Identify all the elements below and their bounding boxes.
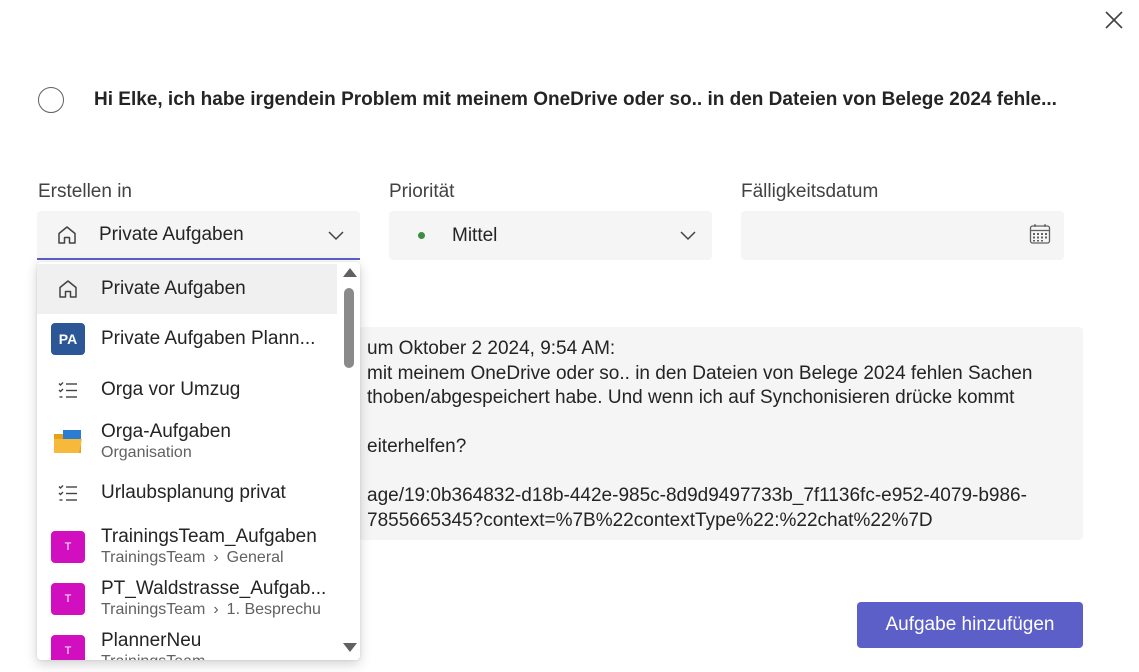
dropdown-item-label: PlannerNeu <box>101 630 202 651</box>
dropdown-item-pt-waldstrasse[interactable]: T PT_Waldstrasse_Aufgab... TrainingsTeam… <box>37 572 337 626</box>
dropdown-item-sublabel: TrainingsTeam › General <box>101 548 333 568</box>
dropdown-item-label: Private Aufgaben <box>101 278 246 299</box>
team-badge: T <box>51 583 85 615</box>
team-badge: T <box>51 531 85 563</box>
dropdown-item-plannerneu[interactable]: T PlannerNeu TrainingsTeam <box>37 624 337 660</box>
team-badge-icon: T <box>51 582 85 616</box>
task-notes[interactable]: um Oktober 2 2024, 9:54 AM: mit meinem O… <box>359 327 1083 540</box>
notes-line <box>359 460 1083 485</box>
checklist-icon <box>51 476 85 510</box>
notes-line: 7855665345?context=%7B%22contextType%22:… <box>367 509 933 531</box>
task-title-row: Hi Elke, ich habe irgendein Problem mit … <box>38 86 1088 114</box>
dropdown-item-urlaubsplanung[interactable]: Urlaubsplanung privat <box>37 468 337 518</box>
chevron-right-icon: › <box>213 601 219 618</box>
task-title[interactable]: Hi Elke, ich habe irgendein Problem mit … <box>94 89 1074 111</box>
dropdown-item-label: Urlaubsplanung privat <box>101 482 286 503</box>
scroll-up-arrow-icon[interactable] <box>343 268 357 277</box>
notes-line <box>359 411 1083 436</box>
create-in-dropdown: Private Aufgaben PA Private Aufgaben Pla… <box>37 262 360 660</box>
notes-line: mit meinem OneDrive oder so.. in den Dat… <box>367 362 1033 384</box>
dropdown-scrollbar[interactable] <box>342 264 357 656</box>
create-in-value: Private Aufgaben <box>99 223 244 245</box>
dropdown-item-private-tasks[interactable]: Private Aufgaben <box>37 264 337 314</box>
scrollbar-thumb[interactable] <box>344 288 354 368</box>
notes-line: thoben/abgespeichert habe. Und wenn ich … <box>367 387 1015 408</box>
dropdown-item-orga-umzug[interactable]: Orga vor Umzug <box>37 365 337 415</box>
team-badge: T <box>51 635 85 660</box>
priority-value: Mittel <box>452 224 498 246</box>
dropdown-item-sublabel: TrainingsTeam › 1. Besprechu <box>101 600 333 620</box>
dropdown-item-sublabel: TrainingsTeam <box>101 652 333 660</box>
dropdown-item-trainingsteam-aufgaben[interactable]: T TrainingsTeam_Aufgaben TrainingsTeam › G… <box>37 520 337 574</box>
home-icon <box>58 225 76 244</box>
create-in-label: Erstellen in <box>38 181 132 202</box>
priority-select[interactable]: Mittel <box>389 211 712 260</box>
priority-dot-icon <box>418 232 425 239</box>
notes-line: age/19:0b364832-d18b-442e-985c-8d9d94977… <box>367 485 1027 506</box>
close-button[interactable] <box>1100 6 1128 34</box>
chevron-down-icon <box>328 231 344 241</box>
priority-label: Priorität <box>389 181 455 202</box>
create-in-select[interactable]: Private Aufgaben <box>37 211 360 260</box>
chevron-down-icon <box>680 231 696 241</box>
home-icon <box>51 272 85 306</box>
dropdown-item-label: TrainingsTeam_Aufgaben <box>101 526 317 547</box>
channel-name: 1. Besprechu <box>226 601 321 618</box>
add-task-button[interactable]: Aufgabe hinzufügen <box>857 602 1083 648</box>
dropdown-item-label: Private Aufgaben Plann... <box>101 328 316 349</box>
due-date-field[interactable] <box>741 211 1064 260</box>
dropdown-item-sublabel: Organisation <box>101 444 192 461</box>
dropdown-item-label: PT_Waldstrasse_Aufgab... <box>101 578 327 599</box>
chevron-right-icon: › <box>213 549 219 566</box>
channel-name: General <box>226 549 284 566</box>
team-badge-icon: T <box>51 530 85 564</box>
due-date-label: Fälligkeitsdatum <box>741 181 879 202</box>
checklist-icon <box>51 373 85 407</box>
team-badge-icon: T <box>51 634 85 660</box>
complete-task-checkbox[interactable] <box>38 87 64 113</box>
dropdown-item-label: Orga-Aufgaben <box>101 421 231 442</box>
plan-badge: PA <box>51 323 85 355</box>
team-name: TrainingsTeam <box>101 549 206 566</box>
plan-badge-icon: PA <box>51 322 85 356</box>
notes-line: eiterhelfen? <box>367 436 467 457</box>
calendar-icon[interactable] <box>1028 222 1052 246</box>
scroll-down-arrow-icon[interactable] <box>343 643 357 652</box>
dropdown-item-orga-aufgaben[interactable]: Orga-Aufgaben Organisation <box>37 415 337 469</box>
team-name: TrainingsTeam <box>101 601 206 618</box>
close-icon <box>1105 11 1123 29</box>
notes-line: um Oktober 2 2024, 9:54 AM: <box>367 338 616 359</box>
dropdown-item-label: Orga vor Umzug <box>101 379 241 400</box>
dropdown-item-private-planner[interactable]: PA Private Aufgaben Plann... <box>37 314 337 364</box>
folder-icon <box>51 425 85 459</box>
